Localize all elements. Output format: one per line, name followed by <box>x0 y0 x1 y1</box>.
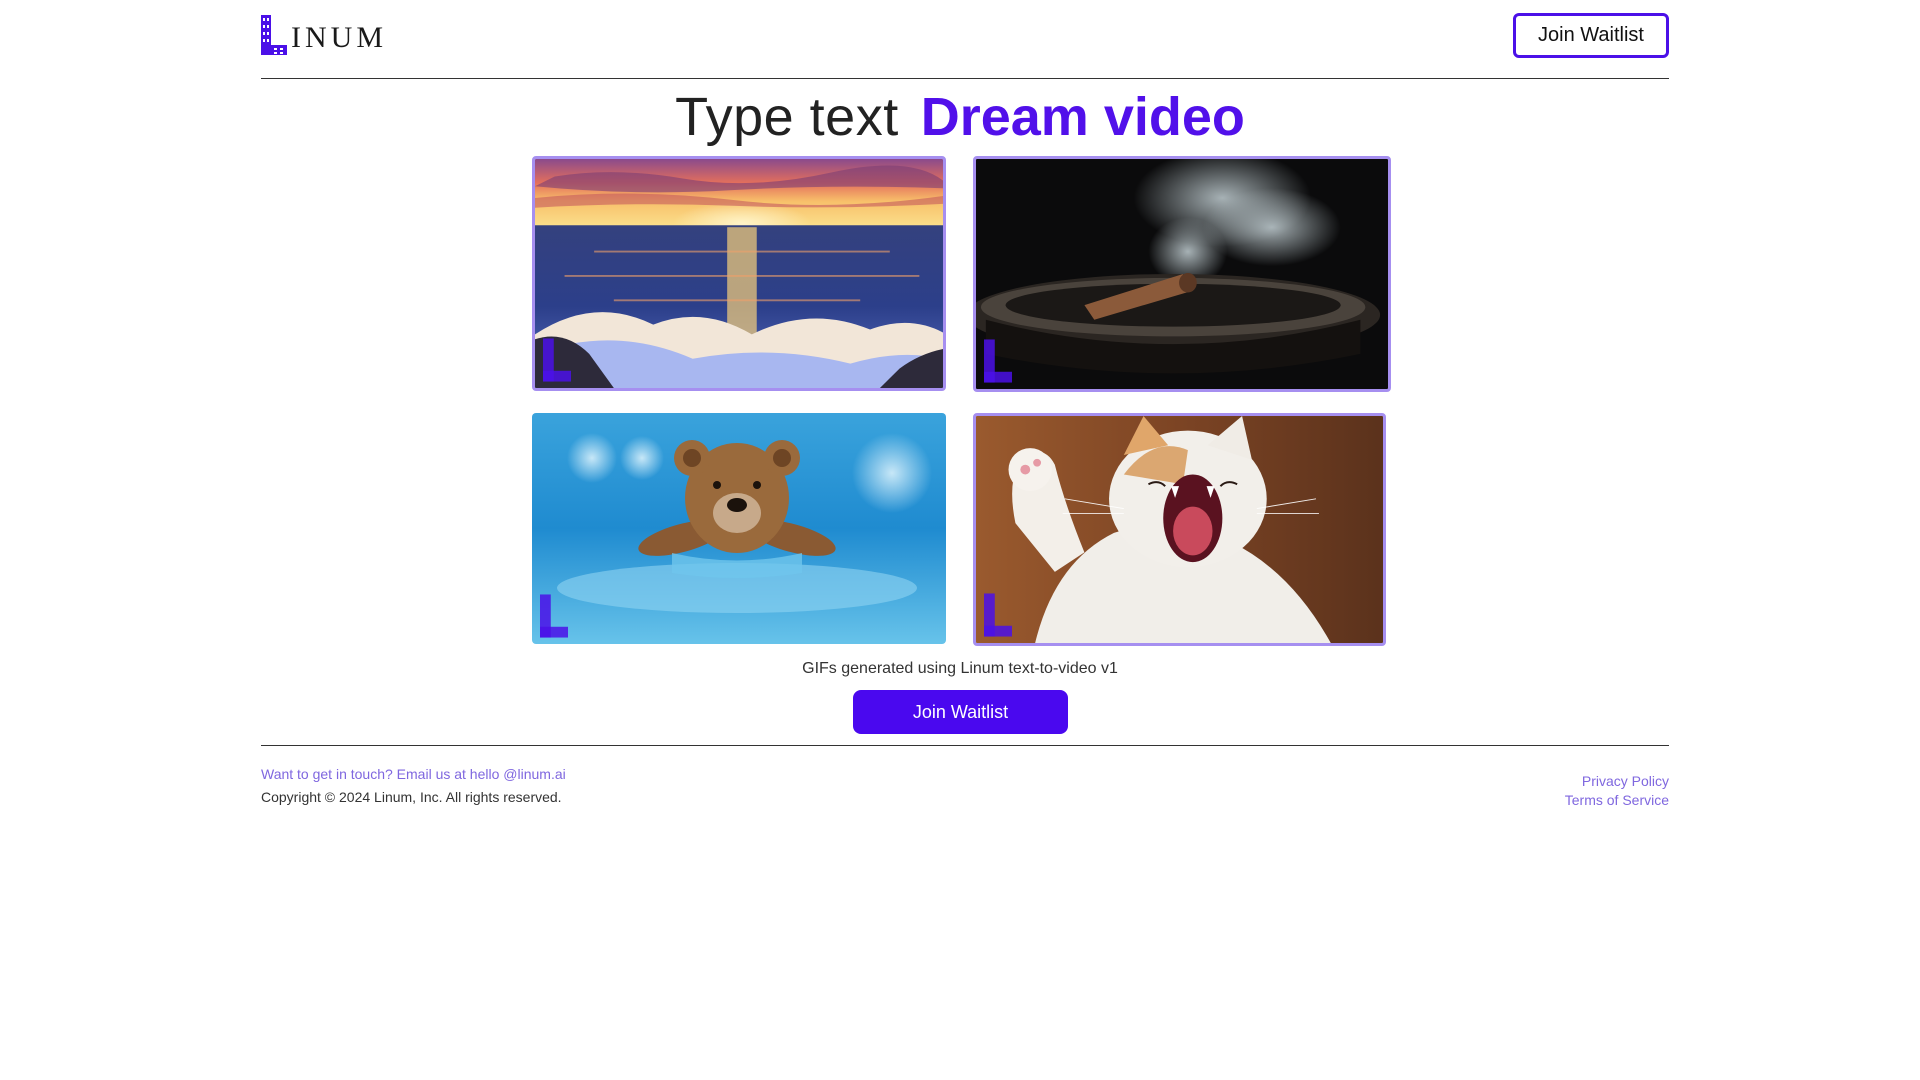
footer-divider <box>261 745 1669 746</box>
teddy-bear-image <box>532 413 946 644</box>
page: INUM Join Waitlist Type text Dream video <box>0 0 1920 1080</box>
sunset-image <box>535 159 943 388</box>
contact-email-link[interactable]: Want to get in touch? Email us at hello … <box>261 766 566 782</box>
gallery-gif-sunset <box>532 156 946 391</box>
gallery-gif-cigar <box>973 156 1391 392</box>
gallery-caption: GIFs generated using Linum text-to-video… <box>802 660 1118 677</box>
hero-title: Type text Dream video <box>0 82 1920 152</box>
hero-bold-text: Dream video <box>920 87 1245 147</box>
logo-text: INUM <box>291 21 387 54</box>
site-header: INUM Join Waitlist <box>261 0 1669 79</box>
linum-watermark-icon <box>543 338 571 382</box>
footer-links: Privacy Policy Terms of Service <box>1565 772 1669 810</box>
copyright-text: Copyright © 2024 Linum, Inc. All rights … <box>261 789 562 805</box>
logo-mark-icon <box>261 15 287 55</box>
privacy-policy-link[interactable]: Privacy Policy <box>1582 772 1669 791</box>
cigar-image <box>976 159 1388 389</box>
logo[interactable]: INUM <box>261 15 387 55</box>
linum-watermark-icon <box>984 339 1012 383</box>
gallery-gif-teddy-bear <box>532 413 946 644</box>
cat-image <box>976 416 1383 643</box>
join-waitlist-button[interactable]: Join Waitlist <box>853 690 1068 734</box>
linum-watermark-icon <box>984 593 1012 637</box>
terms-of-service-link[interactable]: Terms of Service <box>1565 791 1669 810</box>
linum-watermark-icon <box>540 594 568 638</box>
hero-light-text: Type text <box>675 87 899 147</box>
join-waitlist-header-button[interactable]: Join Waitlist <box>1513 13 1669 58</box>
gallery-gif-cat <box>973 413 1386 646</box>
